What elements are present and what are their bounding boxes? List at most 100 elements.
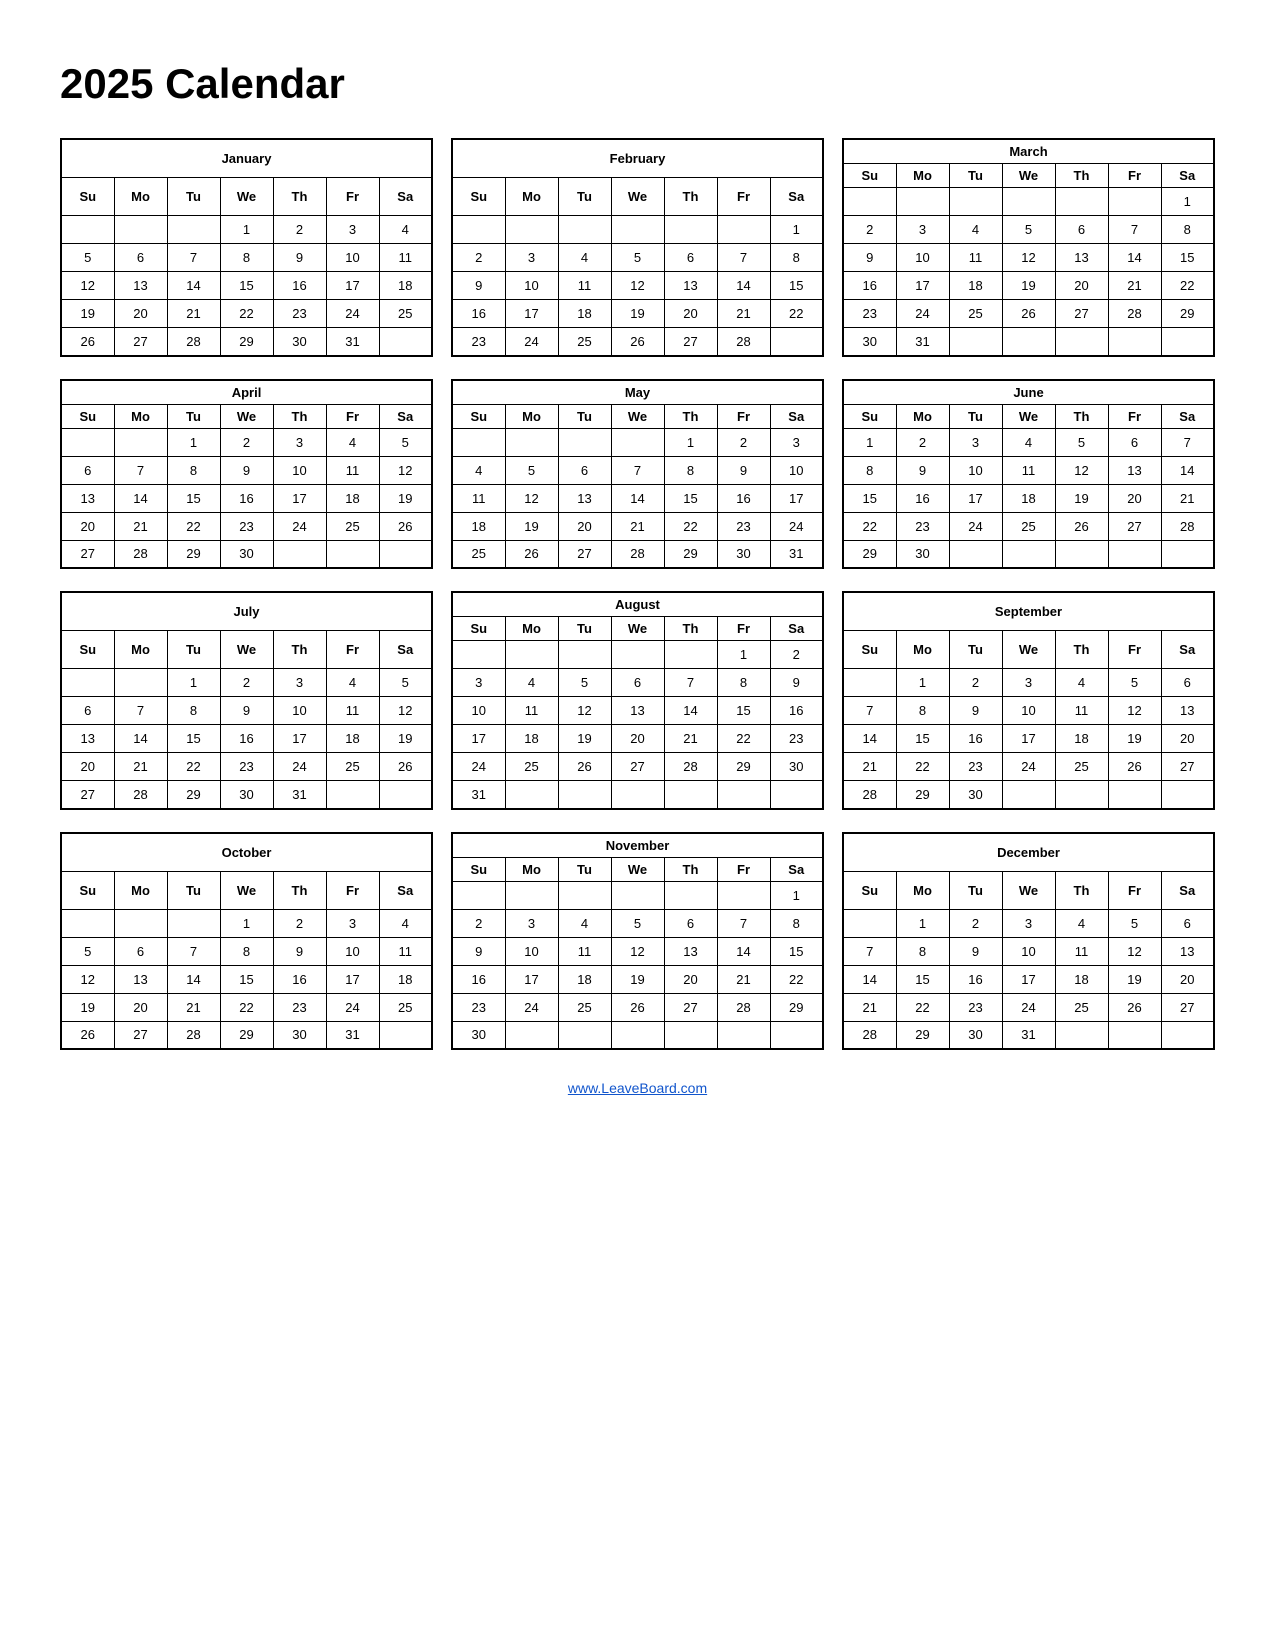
day-cell: 18	[558, 965, 611, 993]
day-cell	[717, 881, 770, 909]
day-header-fr: Fr	[1108, 631, 1161, 669]
day-cell	[1161, 1021, 1214, 1049]
day-cell: 15	[843, 484, 896, 512]
day-cell: 14	[114, 725, 167, 753]
day-header-fr: Fr	[1108, 871, 1161, 909]
day-cell	[61, 909, 114, 937]
day-cell: 9	[452, 937, 505, 965]
day-cell: 12	[1108, 937, 1161, 965]
table-row: 1234	[61, 216, 432, 244]
month-name-july: July	[61, 592, 432, 631]
day-cell: 3	[896, 216, 949, 244]
day-cell: 28	[717, 993, 770, 1021]
month-name-january: January	[61, 139, 432, 178]
table-row: 11121314151617	[452, 484, 823, 512]
day-cell	[1108, 1021, 1161, 1049]
day-header-su: Su	[452, 404, 505, 428]
day-cell: 30	[770, 753, 823, 781]
day-cell: 1	[220, 216, 273, 244]
day-cell: 12	[611, 937, 664, 965]
day-cell: 19	[505, 512, 558, 540]
day-cell: 21	[717, 300, 770, 328]
day-cell: 12	[61, 272, 114, 300]
day-cell: 11	[505, 697, 558, 725]
day-cell: 10	[949, 456, 1002, 484]
day-cell: 22	[717, 725, 770, 753]
table-row: 10111213141516	[452, 697, 823, 725]
day-cell: 16	[770, 697, 823, 725]
table-row: 1	[843, 188, 1214, 216]
day-header-fr: Fr	[326, 871, 379, 909]
day-header-we: We	[1002, 164, 1055, 188]
day-cell	[717, 781, 770, 809]
day-cell: 8	[167, 697, 220, 725]
day-cell: 2	[770, 641, 823, 669]
day-header-tu: Tu	[167, 404, 220, 428]
day-header-th: Th	[664, 178, 717, 216]
day-cell: 12	[505, 484, 558, 512]
day-cell: 2	[273, 909, 326, 937]
day-header-we: We	[220, 631, 273, 669]
table-row: 567891011	[61, 244, 432, 272]
day-header-we: We	[611, 178, 664, 216]
table-row: 12345	[61, 669, 432, 697]
day-cell: 19	[61, 993, 114, 1021]
day-cell: 17	[273, 725, 326, 753]
table-row: 1	[452, 881, 823, 909]
day-header-mo: Mo	[114, 404, 167, 428]
month-table-november: NovemberSuMoTuWeThFrSa123456789101112131…	[451, 832, 824, 1051]
day-header-fr: Fr	[326, 404, 379, 428]
day-cell: 6	[664, 244, 717, 272]
footer-link[interactable]: www.LeaveBoard.com	[568, 1080, 707, 1096]
day-cell: 18	[1002, 484, 1055, 512]
day-header-sa: Sa	[379, 871, 432, 909]
day-cell	[1161, 540, 1214, 568]
day-cell: 4	[558, 909, 611, 937]
day-cell: 20	[611, 725, 664, 753]
day-cell: 17	[896, 272, 949, 300]
month-table-july: JulySuMoTuWeThFrSa1234567891011121314151…	[60, 591, 433, 810]
day-cell: 15	[220, 272, 273, 300]
month-table-january: JanuarySuMoTuWeThFrSa1234567891011121314…	[60, 138, 433, 357]
day-cell: 10	[1002, 697, 1055, 725]
day-cell: 12	[558, 697, 611, 725]
table-row: 15161718192021	[843, 484, 1214, 512]
day-cell: 5	[611, 244, 664, 272]
table-row: 19202122232425	[61, 993, 432, 1021]
day-cell: 8	[896, 697, 949, 725]
day-header-tu: Tu	[949, 631, 1002, 669]
day-cell: 7	[167, 244, 220, 272]
day-cell: 8	[220, 937, 273, 965]
month-table-september: SeptemberSuMoTuWeThFrSa12345678910111213…	[842, 591, 1215, 810]
day-cell: 29	[717, 753, 770, 781]
day-cell	[114, 216, 167, 244]
day-cell	[558, 216, 611, 244]
day-cell: 10	[273, 697, 326, 725]
table-row: 123456	[843, 669, 1214, 697]
day-cell: 5	[1002, 216, 1055, 244]
day-cell: 27	[664, 328, 717, 356]
day-cell: 18	[1055, 725, 1108, 753]
day-cell: 5	[379, 669, 432, 697]
day-cell	[611, 216, 664, 244]
day-cell: 20	[114, 993, 167, 1021]
day-cell: 1	[167, 669, 220, 697]
table-row: 6789101112	[61, 456, 432, 484]
day-cell: 28	[843, 1021, 896, 1049]
month-name-april: April	[61, 380, 432, 405]
day-cell: 21	[664, 725, 717, 753]
day-header-tu: Tu	[558, 857, 611, 881]
day-header-we: We	[611, 857, 664, 881]
day-cell: 24	[1002, 753, 1055, 781]
day-header-sa: Sa	[1161, 871, 1214, 909]
day-cell: 16	[273, 965, 326, 993]
day-cell: 15	[896, 965, 949, 993]
month-name-october: October	[61, 833, 432, 872]
day-cell: 31	[770, 540, 823, 568]
day-cell: 7	[114, 697, 167, 725]
day-cell: 27	[1108, 512, 1161, 540]
day-cell	[505, 428, 558, 456]
day-header-we: We	[1002, 404, 1055, 428]
day-cell: 2	[452, 909, 505, 937]
day-cell: 22	[664, 512, 717, 540]
